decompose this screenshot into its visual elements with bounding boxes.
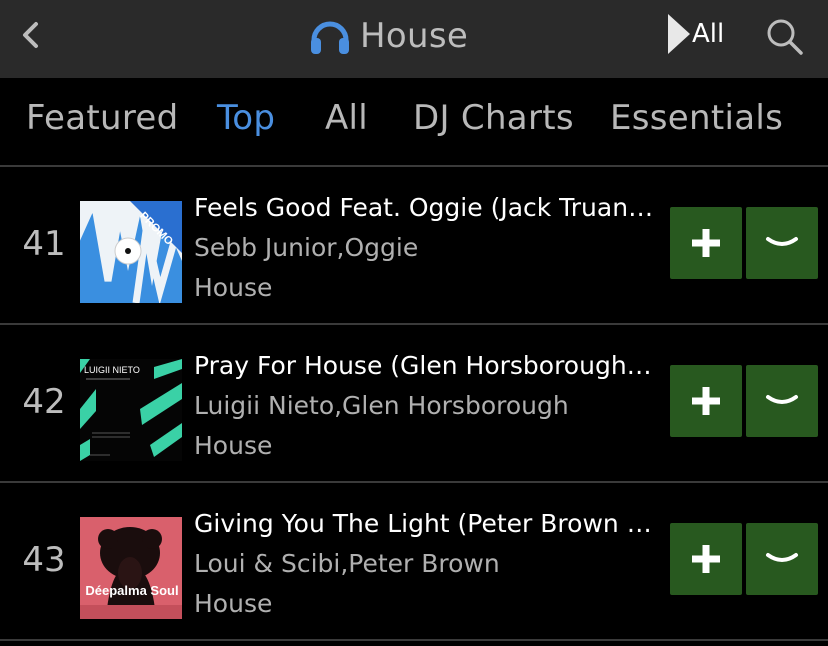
play-all-button[interactable]: All [668,14,724,54]
track-artists: Loui & Scibi,Peter Brown [194,549,500,578]
chevron-left-icon[interactable] [18,20,42,50]
cover-label-text: Déepalma Soul [85,583,178,598]
tab-featured[interactable]: Featured [26,98,178,138]
track-row[interactable]: 43 Déepalma Soul Giving You The Light (P… [0,483,828,641]
track-rank: 41 [22,224,66,264]
track-rank: 43 [22,540,66,580]
tab-essentials[interactable]: Essentials [610,98,783,138]
chevron-down-icon [766,395,798,404]
more-button[interactable] [746,365,818,437]
track-title: Feels Good Feat. Oggie (Jack Truant Exte… [194,193,656,222]
chevron-down-icon [766,553,798,562]
chevron-down-icon [766,237,798,246]
top-bar: House All [0,0,828,78]
headphones-icon [311,21,349,54]
track-artists: Sebb Junior,Oggie [194,233,419,262]
play-triangle-icon [668,14,690,54]
play-all-label: All [692,19,725,49]
page-title: House [360,16,469,56]
album-art: PROMO [80,201,182,303]
add-button[interactable] [670,207,742,279]
album-art: LUIGII NIETO [80,359,182,461]
track-title: Pray For House (Glen Horsborough Extende… [194,351,656,380]
track-row[interactable]: 41 PROMO Feels Good Feat. Oggie (Jack Tr… [0,167,828,325]
search-icon[interactable] [764,16,804,56]
more-button[interactable] [746,207,818,279]
plus-icon [692,229,720,257]
track-title: Giving You The Light (Peter Brown Extend… [194,509,656,538]
track-row[interactable]: 42 LUIGII NIETO Pray For House (Glen Hor… [0,325,828,483]
plus-icon [692,545,720,573]
track-rank: 42 [22,382,66,422]
track-artists: Luigii Nieto,Glen Horsborough [194,391,569,420]
add-button[interactable] [670,523,742,595]
cover-artist-text: LUIGII NIETO [84,365,140,375]
plus-icon [692,387,720,415]
more-button[interactable] [746,523,818,595]
track-genre: House [194,589,273,618]
tab-all[interactable]: All [325,98,368,138]
track-genre: House [194,431,273,460]
album-art: Déepalma Soul [80,517,182,619]
track-genre: House [194,273,273,302]
page-title-group: House [308,13,468,59]
tab-top[interactable]: Top [217,98,275,138]
tab-dj-charts[interactable]: DJ Charts [413,98,574,138]
add-button[interactable] [670,365,742,437]
tab-bar: Featured Top All DJ Charts Essentials [0,78,828,167]
